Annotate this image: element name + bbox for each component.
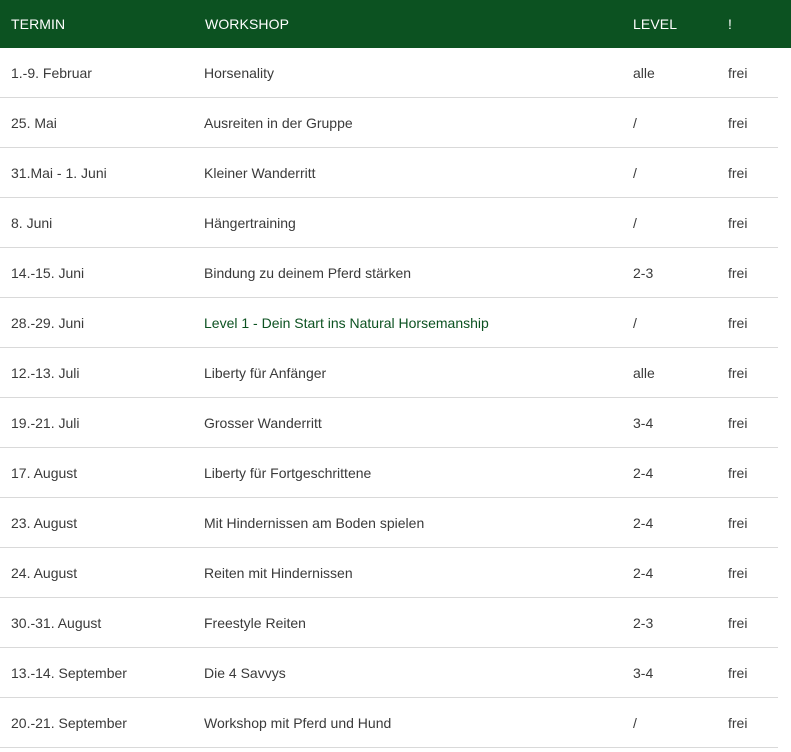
cell-level: /: [633, 314, 637, 331]
cell-level: 2-4: [633, 464, 654, 481]
cell-workshop: Horsenality: [204, 64, 275, 81]
cell-level: 3-4: [633, 664, 654, 681]
cell-level: 2-3: [633, 614, 654, 631]
cell-status: frei: [728, 214, 748, 231]
cell-status: frei: [728, 114, 748, 131]
cell-termin: 13.-14. September: [11, 664, 127, 681]
cell-termin: 1.-9. Februar: [11, 64, 92, 81]
header-status: !: [728, 16, 732, 32]
table-row: 25. Mai Ausreiten in der Gruppe / frei: [0, 98, 778, 148]
table-row: 12.-13. Juli Liberty für Anfänger alle f…: [0, 348, 778, 398]
cell-status: frei: [728, 264, 748, 281]
cell-level: 2-4: [633, 514, 654, 531]
cell-workshop: Bindung zu deinem Pferd stärken: [204, 264, 412, 281]
cell-workshop: Hängertraining: [204, 214, 296, 231]
cell-level: 2-3: [633, 264, 654, 281]
cell-termin: 8. Juni: [11, 214, 53, 231]
header-workshop: WORKSHOP: [205, 16, 290, 32]
cell-termin: 23. August: [11, 514, 78, 531]
cell-workshop: Workshop mit Pferd und Hund: [204, 714, 392, 731]
cell-workshop: Grosser Wanderritt: [204, 414, 322, 431]
cell-termin: 28.-29. Juni: [11, 314, 85, 331]
cell-level: 2-4: [633, 564, 654, 581]
header-termin: TERMIN: [11, 16, 66, 32]
table-row: 20.-21. September Workshop mit Pferd und…: [0, 698, 778, 748]
cell-level: /: [633, 714, 637, 731]
cell-termin: 20.-21. September: [11, 714, 127, 731]
cell-status: frei: [728, 664, 748, 681]
cell-workshop: Freestyle Reiten: [204, 614, 306, 631]
cell-status: frei: [728, 464, 748, 481]
cell-status: frei: [728, 714, 748, 731]
workshop-link-level-1[interactable]: Level 1 - Dein Start ins Natural Horsema…: [204, 315, 633, 331]
cell-termin: 14.-15. Juni: [11, 264, 85, 281]
cell-level: /: [633, 214, 637, 231]
cell-status: frei: [728, 564, 748, 581]
cell-termin: 24. August: [11, 564, 78, 581]
cell-status: frei: [728, 164, 748, 181]
cell-termin: 31.Mai - 1. Juni: [11, 164, 107, 181]
cell-status: frei: [728, 514, 748, 531]
cell-level: /: [633, 114, 637, 131]
cell-termin: 30.-31. August: [11, 614, 102, 631]
cell-termin: 17. August: [11, 464, 78, 481]
cell-workshop: Kleiner Wanderritt: [204, 164, 316, 181]
table-body: 1.-9. Februar Horsenality alle frei 25. …: [0, 48, 778, 748]
table-row: 31.Mai - 1. Juni Kleiner Wanderritt / fr…: [0, 148, 778, 198]
cell-status: frei: [728, 64, 748, 81]
cell-termin: 12.-13. Juli: [11, 364, 80, 381]
cell-status: frei: [728, 414, 748, 431]
cell-workshop: Ausreiten in der Gruppe: [204, 114, 353, 131]
cell-status: frei: [728, 364, 748, 381]
table-row: 23. August Mit Hindernissen am Boden spi…: [0, 498, 778, 548]
cell-level: 3-4: [633, 414, 654, 431]
table-row: 19.-21. Juli Grosser Wanderritt 3-4 frei: [0, 398, 778, 448]
table-row: 8. Juni Hängertraining / frei: [0, 198, 778, 248]
cell-level: alle: [633, 64, 655, 81]
cell-level: /: [633, 164, 637, 181]
table-row: 24. August Reiten mit Hindernissen 2-4 f…: [0, 548, 778, 598]
cell-workshop: Die 4 Savvys: [204, 664, 286, 681]
cell-status: frei: [728, 314, 748, 331]
table-row: 17. August Liberty für Fortgeschrittene …: [0, 448, 778, 498]
table-row: 30.-31. August Freestyle Reiten 2-3 frei: [0, 598, 778, 648]
cell-workshop: Mit Hindernissen am Boden spielen: [204, 514, 425, 531]
table-row: 28.-29. Juni Level 1 - Dein Start ins Na…: [0, 298, 778, 348]
cell-workshop: Liberty für Fortgeschrittene: [204, 464, 372, 481]
header-level: LEVEL: [633, 16, 678, 32]
table-row: 13.-14. September Die 4 Savvys 3-4 frei: [0, 648, 778, 698]
cell-workshop: Liberty für Anfänger: [204, 364, 327, 381]
cell-workshop: Reiten mit Hindernissen: [204, 564, 353, 581]
cell-termin: 19.-21. Juli: [11, 414, 80, 431]
cell-level: alle: [633, 364, 655, 381]
table-row: 14.-15. Juni Bindung zu deinem Pferd stä…: [0, 248, 778, 298]
workshop-table: TERMIN WORKSHOP LEVEL ! 1.-9. Februar Ho…: [0, 0, 791, 748]
table-row: 1.-9. Februar Horsenality alle frei: [0, 48, 778, 98]
cell-termin: 25. Mai: [11, 114, 57, 131]
table-header: TERMIN WORKSHOP LEVEL !: [0, 0, 791, 48]
cell-status: frei: [728, 614, 748, 631]
